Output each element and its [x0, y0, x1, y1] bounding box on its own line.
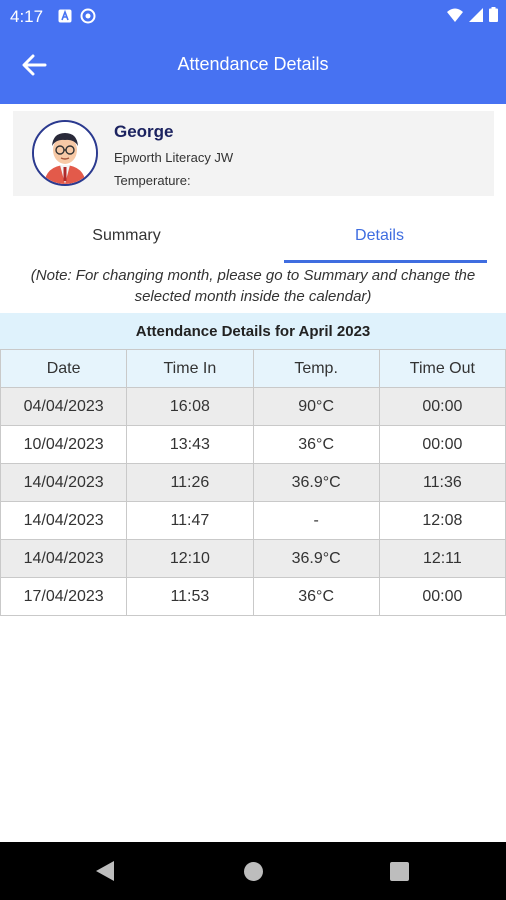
- table-row: 04/04/2023 16:08 90°C 00:00: [0, 387, 506, 426]
- table-row: 17/04/2023 11:53 36°C 00:00: [0, 577, 506, 616]
- cell-time-in: 11:53: [126, 577, 254, 616]
- avatar: [32, 120, 98, 186]
- person-avatar-icon: [34, 122, 96, 184]
- cell-temp: 36.9°C: [252, 539, 380, 578]
- cell-time-out: 12:11: [378, 539, 506, 578]
- cell-date: 14/04/2023: [0, 463, 128, 502]
- tab-selected-indicator: [284, 260, 487, 263]
- cell-date: 17/04/2023: [0, 577, 128, 616]
- cell-date: 04/04/2023: [0, 387, 128, 426]
- cell-date: 14/04/2023: [0, 501, 128, 540]
- app-header: 4:17 Attendance Details: [0, 0, 506, 104]
- home-circle-icon[interactable]: [244, 862, 263, 881]
- table-title: Attendance Details for April 2023: [0, 313, 506, 349]
- cell-time-in: 13:43: [126, 425, 254, 464]
- cell-temp: 36°C: [252, 425, 380, 464]
- cell-time-out: 12:08: [378, 501, 506, 540]
- system-nav-bar: [0, 842, 506, 900]
- attendance-table: Date Time In Temp. Time Out 04/04/2023 1…: [0, 349, 506, 616]
- cell-date: 14/04/2023: [0, 539, 128, 578]
- column-header-time-out: Time Out: [378, 349, 506, 388]
- status-bar: 4:17: [0, 0, 506, 32]
- column-header-date: Date: [0, 349, 128, 388]
- cell-temp: 36.9°C: [252, 463, 380, 502]
- wifi-icon: [447, 8, 463, 22]
- cell-temp: 36°C: [252, 577, 380, 616]
- cell-time-out: 11:36: [378, 463, 506, 502]
- tab-summary[interactable]: Summary: [0, 210, 253, 262]
- table-header-row: Date Time In Temp. Time Out: [0, 349, 506, 388]
- status-time: 4:17: [10, 7, 44, 26]
- month-change-note: (Note: For changing month, please go to …: [30, 267, 476, 305]
- status-right-icons: [447, 7, 498, 22]
- profile-card: George Epworth Literacy JW Temperature:: [13, 111, 494, 196]
- app-bar: Attendance Details: [0, 40, 506, 90]
- cell-time-in: 12:10: [126, 539, 254, 578]
- column-header-time-in: Time In: [126, 349, 254, 388]
- cell-temp: -: [252, 501, 380, 540]
- student-name: George: [114, 122, 174, 141]
- recents-square-icon[interactable]: [390, 862, 409, 881]
- cell-time-out: 00:00: [378, 425, 506, 464]
- column-header-temp: Temp.: [252, 349, 380, 388]
- tab-details[interactable]: Details: [253, 210, 506, 262]
- school-name: Epworth Literacy JW: [114, 150, 234, 165]
- cell-time-out: 00:00: [378, 577, 506, 616]
- cell-time-in: 11:47: [126, 501, 254, 540]
- sync-icon: [80, 8, 96, 24]
- back-triangle-icon[interactable]: [96, 861, 114, 881]
- status-left-icons: [58, 8, 96, 24]
- cell-time-out: 00:00: [378, 387, 506, 426]
- table-row: 10/04/2023 13:43 36°C 00:00: [0, 425, 506, 464]
- table-row: 14/04/2023 12:10 36.9°C 12:11: [0, 539, 506, 578]
- signal-icon: [469, 7, 483, 22]
- table-row: 14/04/2023 11:47 - 12:08: [0, 501, 506, 540]
- a-icon: [58, 9, 72, 23]
- cell-time-in: 16:08: [126, 387, 254, 426]
- cell-time-in: 11:26: [126, 463, 254, 502]
- table-row: 14/04/2023 11:26 36.9°C 11:36: [0, 463, 506, 502]
- battery-icon: [489, 7, 498, 22]
- cell-temp: 90°C: [252, 387, 380, 426]
- tab-bar: Summary Details: [0, 210, 506, 262]
- temperature-label: Temperature:: [114, 173, 191, 188]
- page-title: Attendance Details: [177, 54, 329, 74]
- cell-date: 10/04/2023: [0, 425, 128, 464]
